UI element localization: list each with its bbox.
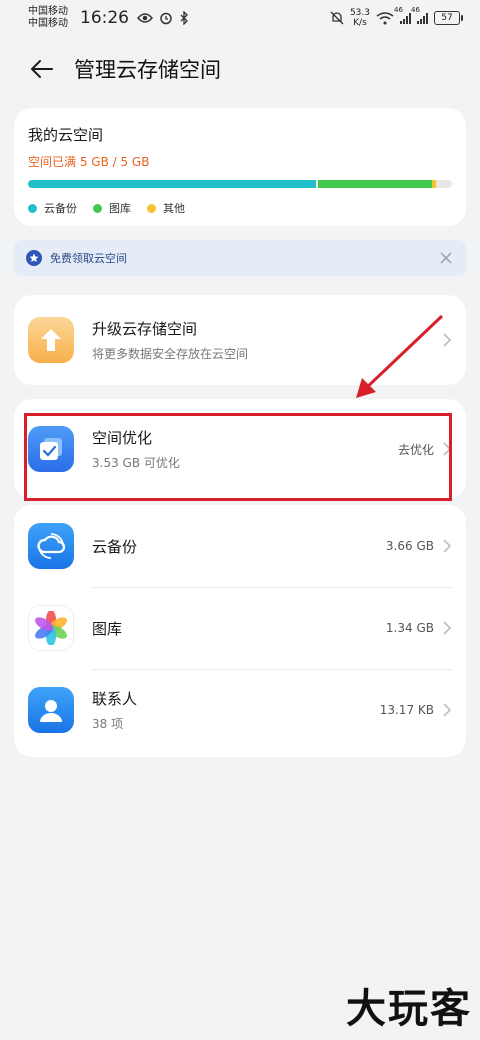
mute-bell-icon (330, 11, 344, 25)
page-title: 管理云存储空间 (74, 58, 221, 82)
battery-icon: 57 (434, 11, 463, 25)
contacts-icon (28, 687, 74, 733)
chevron-right-icon (443, 703, 452, 717)
promo-text: 免费领取云空间 (50, 252, 127, 265)
storage-legend: 云备份 图库 其他 (28, 200, 452, 216)
backup-usage-segment (28, 180, 316, 188)
back-button[interactable] (22, 49, 62, 89)
net-speed-value: 53.3 (349, 8, 370, 18)
other-usage-segment (432, 180, 436, 188)
chevron-right-icon (443, 621, 452, 635)
optimize-subtitle: 3.53 GB 可优化 (92, 456, 180, 470)
item-size: 3.66 GB (385, 539, 434, 553)
net-speed-unit: K/s (353, 18, 367, 28)
battery-level: 57 (441, 13, 453, 23)
upgrade-icon (28, 317, 74, 363)
watermark: 大玩客 (346, 985, 472, 1032)
legend-gallery-dot (93, 203, 102, 213)
item-size: 13.17 KB (379, 703, 434, 717)
signal-2-label: 46 (411, 6, 420, 14)
optimize-icon (28, 426, 74, 472)
optimize-action[interactable]: 去优化 (398, 441, 434, 458)
close-icon[interactable] (438, 250, 454, 266)
carrier-1: 中国移动 (28, 6, 68, 17)
bluetooth-icon (180, 11, 188, 25)
back-arrow-icon (31, 60, 53, 78)
signal-1-label: 46 (394, 6, 403, 14)
legend-other-dot (147, 203, 156, 213)
space-optimize-row[interactable]: 空间优化 3.53 GB 可优化 去优化 (14, 399, 466, 499)
legend-gallery: 图库 (93, 200, 131, 216)
legend-backup-dot (28, 203, 37, 213)
list-item-contacts[interactable]: 联系人 38 项 13.17 KB (14, 669, 466, 751)
item-name: 云备份 (92, 537, 138, 556)
legend-other: 其他 (147, 200, 185, 216)
carrier-info: 中国移动 中国移动 (28, 6, 68, 30)
optimize-title: 空间优化 (92, 429, 153, 447)
signal-1-icon: 46 (394, 6, 411, 24)
legend-backup-label: 云备份 (44, 202, 77, 215)
annotation-arrow-icon (356, 314, 444, 398)
item-name: 图库 (92, 619, 123, 638)
star-badge-icon (26, 250, 42, 266)
cloud-backup-icon (28, 523, 74, 569)
storage-card: 我的云空间 空间已满 5 GB / 5 GB 云备份 图库 其他 (14, 108, 466, 226)
carrier-2: 中国移动 (28, 18, 68, 29)
storage-usage-bar (28, 180, 452, 188)
status-bar: 中国移动 中国移动 16:26 53.3 K/s 46 46 57 (0, 0, 480, 36)
item-size: 1.34 GB (385, 621, 434, 635)
legend-backup: 云备份 (28, 200, 77, 216)
storage-title: 我的云空间 (28, 126, 104, 144)
clock: 16:26 (80, 8, 129, 28)
gallery-icon (28, 605, 74, 651)
list-item-gallery[interactable]: 图库 1.34 GB (14, 587, 466, 669)
wifi-icon (376, 11, 394, 24)
legend-gallery-label: 图库 (109, 202, 131, 215)
legend-other-label: 其他 (163, 202, 185, 215)
alarm-icon (160, 12, 172, 25)
chevron-right-icon (443, 539, 452, 553)
app-header: 管理云存储空间 (0, 44, 480, 94)
storage-items-list: 云备份 3.66 GB 图库 1.34 GB 联系人 38 项 13.17 KB (14, 505, 466, 757)
item-name: 联系人 (92, 690, 138, 708)
list-item-cloud-backup[interactable]: 云备份 3.66 GB (14, 505, 466, 587)
free-space-promo-banner[interactable]: 免费领取云空间 (14, 240, 466, 276)
gallery-usage-segment (318, 180, 432, 188)
net-speed: 53.3 K/s (350, 8, 370, 28)
item-subtitle: 38 项 (92, 717, 124, 731)
chevron-right-icon (443, 442, 452, 456)
eye-icon (137, 13, 153, 23)
storage-status: 空间已满 5 GB / 5 GB (28, 155, 150, 169)
signal-2-icon: 46 (411, 6, 428, 24)
